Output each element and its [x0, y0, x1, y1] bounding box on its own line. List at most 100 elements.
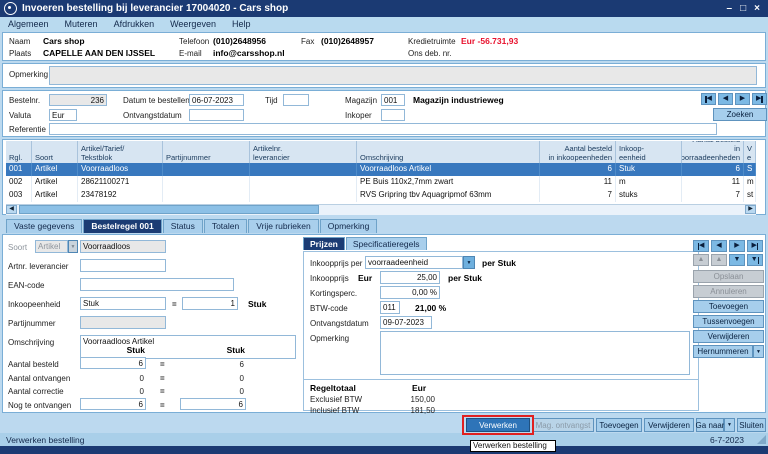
ontvangstdatum-field[interactable]: [189, 109, 244, 121]
ean-field[interactable]: [80, 278, 234, 291]
mag-ontvangst-button[interactable]: Mag. ontvangst: [532, 418, 594, 432]
bestelnr-field[interactable]: 236: [49, 94, 107, 106]
close-icon[interactable]: ×: [754, 1, 760, 16]
tussenvoegen-button[interactable]: Tussenvoegen: [693, 315, 764, 328]
toevoegen-button[interactable]: Toevoegen: [693, 300, 764, 313]
nog-te-ontvangen-field2[interactable]: 6: [180, 398, 246, 410]
col-soort[interactable]: Soort: [32, 141, 78, 164]
resize-grip[interactable]: [757, 435, 766, 444]
hernummeren-dropdown-icon[interactable]: ▼: [753, 345, 764, 358]
kortingsperc-field[interactable]: 0,00 %: [380, 286, 440, 299]
minimize-icon[interactable]: –: [727, 1, 733, 16]
magazijn-field[interactable]: 001: [381, 94, 405, 106]
inkoopeenheid-field[interactable]: Stuk: [80, 297, 166, 310]
artnr-leverancier-field[interactable]: [80, 259, 166, 272]
ga-naar-button[interactable]: Ga naar: [696, 418, 724, 432]
aantal-correctie-value1: 0: [100, 387, 144, 396]
soort-artikel-field[interactable]: Voorraadloos: [80, 240, 166, 253]
col-voorraadeenheid[interactable]: V e: [744, 141, 756, 164]
tijd-field[interactable]: [283, 94, 309, 106]
menu-help[interactable]: Help: [232, 19, 251, 29]
tab-specificatieregels[interactable]: Specificatieregels: [346, 237, 427, 250]
unit-bold: Stuk: [248, 299, 266, 309]
nog-te-ontvangen-field1[interactable]: 6: [80, 398, 146, 410]
inkoopprijs-per-label: Inkoopprijs per: [310, 259, 362, 268]
annuleren-button[interactable]: Annuleren: [693, 285, 764, 298]
move-top-button[interactable]: ▲: [693, 254, 709, 266]
opslaan-button[interactable]: Opslaan: [693, 270, 764, 283]
nav-prev-button[interactable]: ◀: [718, 93, 733, 105]
factor-field[interactable]: 1: [182, 297, 238, 310]
tab-vaste-gegevens[interactable]: Vaste gegevens: [6, 219, 82, 233]
opmerking2-field[interactable]: [380, 331, 690, 375]
inkoopeenheid-label: Inkoopeenheid: [8, 300, 61, 309]
menu-weergeven[interactable]: Weergeven: [170, 19, 216, 29]
valuta-field[interactable]: Eur: [49, 109, 77, 121]
move-bottom-button[interactable]: ▼: [747, 254, 763, 266]
tab-bestelregel[interactable]: Bestelregel 001: [83, 219, 161, 233]
referentie-field[interactable]: [49, 123, 717, 135]
partijnummer-field[interactable]: [80, 316, 166, 329]
inkoopprijs-per-dropdown-icon[interactable]: ▼: [463, 256, 475, 269]
scroll-left-icon[interactable]: ◀: [6, 205, 17, 214]
menu-muteren[interactable]: Muteren: [65, 19, 98, 29]
table-row[interactable]: 002 Artikel 28621100271 PE Buis 110x2,7m…: [6, 176, 756, 189]
verwijderen-button[interactable]: Verwijderen: [693, 330, 764, 343]
menu-afdrukken[interactable]: Afdrukken: [114, 19, 155, 29]
col-omschrijving[interactable]: Omschrijving: [357, 141, 540, 164]
table-row[interactable]: 001 Artikel Voorraadloos Voorraadloos Ar…: [6, 163, 756, 176]
record-first-button[interactable]: ◀: [693, 240, 709, 252]
inkoopprijs-per-dropdown[interactable]: voorraadeenheid: [365, 256, 463, 269]
table-row[interactable]: 003 Artikel 23478192 RVS Gripring tbv Aq…: [6, 189, 756, 202]
col-artikelnr-leverancier[interactable]: Artikelnr. leverancier: [250, 141, 357, 164]
record-next-button[interactable]: ▶: [729, 240, 745, 252]
hernummeren-button[interactable]: Hernummeren: [693, 345, 753, 358]
artnr-leverancier-label: Artnr. leverancier: [8, 262, 68, 271]
inkoopprijs-field[interactable]: 25,00: [380, 271, 440, 284]
record-last-button[interactable]: ▶: [747, 240, 763, 252]
move-up-button[interactable]: ▲: [711, 254, 727, 266]
record-prev-button[interactable]: ◀: [711, 240, 727, 252]
credit-amount: Eur -56.731,93: [461, 36, 518, 46]
omschrijving-label: Omschrijving: [8, 338, 54, 347]
ontvangstdatum2-field[interactable]: 09-07-2023: [380, 316, 432, 329]
nav-next-button[interactable]: ▶: [735, 93, 750, 105]
inclusief-btw-label: Inclusief BTW: [310, 406, 359, 415]
horizontal-scrollbar[interactable]: ◀ ▶: [6, 204, 756, 215]
tab-vrije-rubrieken[interactable]: Vrije rubrieken: [248, 219, 319, 233]
col-aantal-voorraadeenheden[interactable]: Aantal besteld in voorraadeenheden: [682, 141, 744, 164]
col-rgl[interactable]: Rgl.: [6, 141, 32, 164]
zoeken-button[interactable]: Zoeken: [713, 108, 767, 121]
btw-code-field[interactable]: 011: [380, 301, 400, 314]
tab-status[interactable]: Status: [163, 219, 203, 233]
ga-naar-dropdown-icon[interactable]: ▼: [724, 418, 735, 432]
tab-prijzen[interactable]: Prijzen: [303, 237, 345, 250]
scrollbar-thumb[interactable]: [19, 205, 319, 214]
sluiten-button[interactable]: Sluiten: [737, 418, 766, 432]
footer-toevoegen-button[interactable]: Toevoegen: [596, 418, 642, 432]
nav-last-button[interactable]: ▶: [752, 93, 767, 105]
col-partijnummer[interactable]: Partijnummer: [163, 141, 250, 164]
nav-first-button[interactable]: ◀: [701, 93, 716, 105]
aantal-besteld-field[interactable]: 6: [80, 357, 146, 369]
per-stuk-text: per Stuk: [482, 258, 516, 268]
soort-dropdown[interactable]: Artikel: [35, 240, 68, 253]
footer-verwijderen-button[interactable]: Verwijderen: [644, 418, 694, 432]
magazijn-name: Magazijn industrieweg: [413, 95, 504, 105]
maximize-icon[interactable]: □: [740, 1, 746, 16]
col-artikel[interactable]: Artikel/Tarief/ Tekstblok: [78, 141, 163, 164]
opmerking-field[interactable]: [49, 66, 757, 85]
aantal-ontvangen-value1: 0: [100, 374, 144, 383]
scroll-right-icon[interactable]: ▶: [745, 205, 756, 214]
menu-algemeen[interactable]: Algemeen: [8, 19, 49, 29]
tab-opmerking[interactable]: Opmerking: [320, 219, 378, 233]
datum-label: Datum te bestellen: [123, 96, 190, 105]
col-aantal-inkoopeenheden[interactable]: Aantal besteld in inkoopeenheden: [540, 141, 616, 164]
datum-field[interactable]: 06-07-2023: [189, 94, 244, 106]
inkoper-field[interactable]: [381, 109, 405, 121]
soort-dropdown-icon[interactable]: ▼: [68, 240, 78, 253]
inkoper-label: Inkoper: [345, 111, 372, 120]
col-inkoopeenheid[interactable]: Inkoop- eenheid: [616, 141, 682, 164]
tab-totalen[interactable]: Totalen: [204, 219, 247, 233]
move-down-button[interactable]: ▼: [729, 254, 745, 266]
